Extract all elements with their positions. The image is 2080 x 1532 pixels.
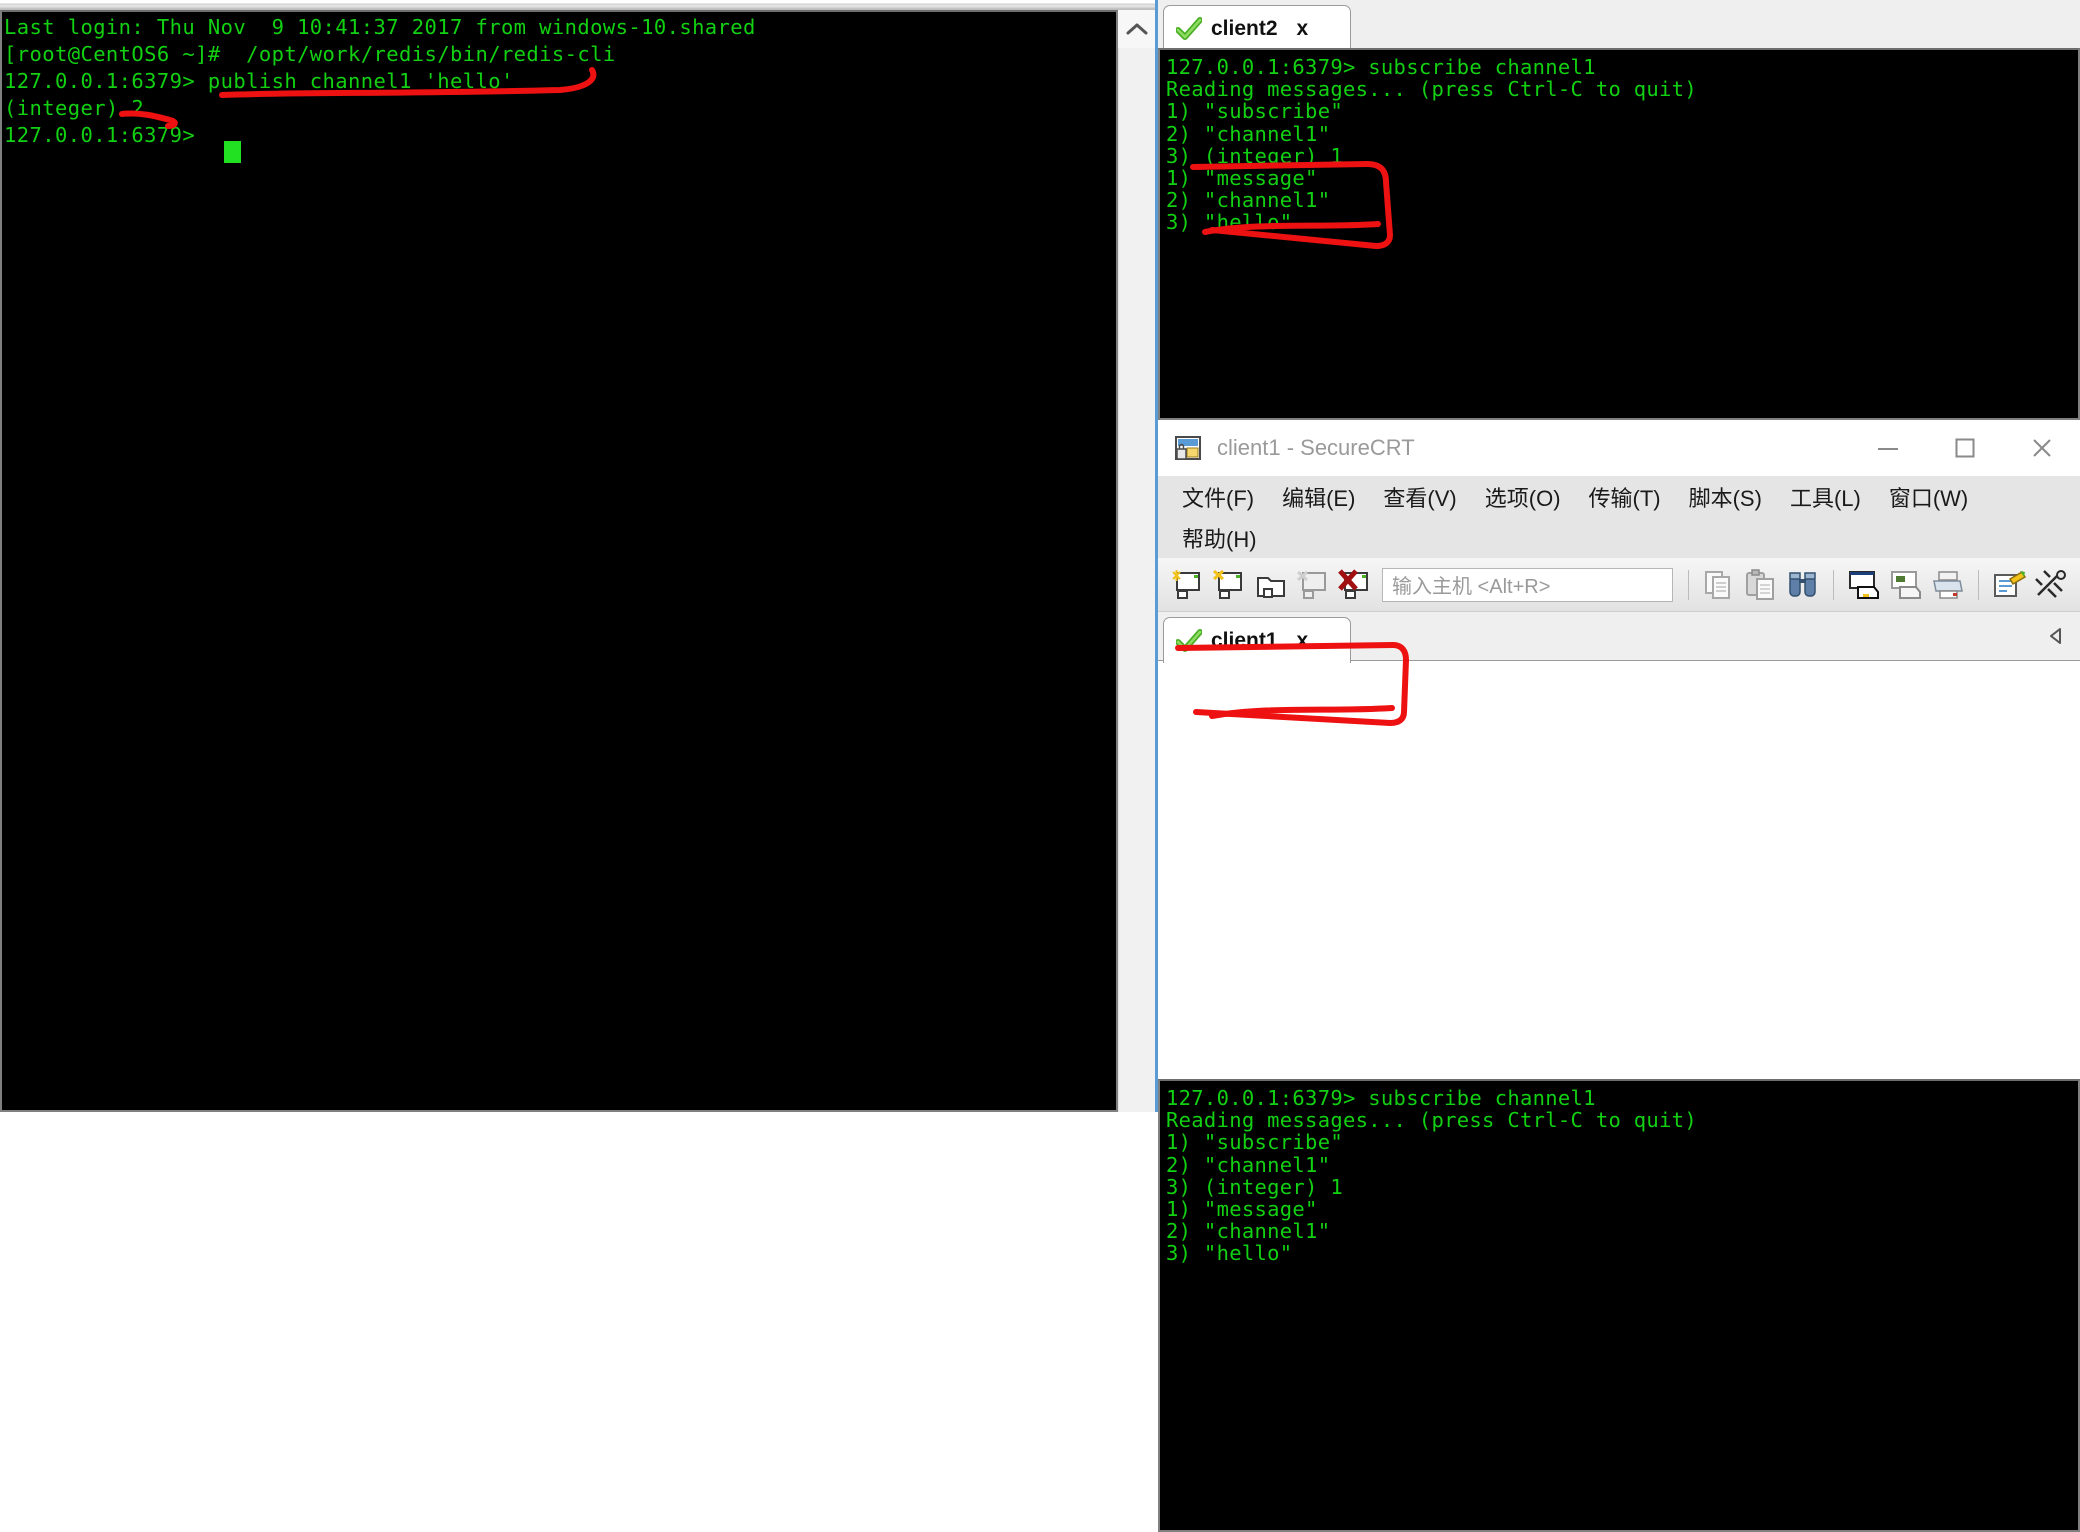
close-icon[interactable]: x bbox=[1297, 18, 1309, 39]
new-tab-icon[interactable] bbox=[1254, 569, 1288, 601]
green-check-icon bbox=[1176, 628, 1202, 652]
menu-item-edit[interactable]: 编辑(E) bbox=[1268, 476, 1369, 517]
green-check-icon bbox=[1176, 16, 1202, 40]
client1-terminal-text: 127.0.0.1:6379> subscribe channel1 Readi… bbox=[1166, 1086, 1697, 1266]
tab-client2[interactable]: client2 x bbox=[1163, 5, 1351, 51]
client1-toolbar: 输入主机 <Alt+R> bbox=[1158, 558, 2080, 612]
session-options-icon[interactable] bbox=[1992, 569, 2026, 601]
client1-tabstrip-empty bbox=[1351, 617, 2080, 660]
find-icon[interactable] bbox=[1786, 569, 1820, 601]
tab-client1[interactable]: client1 x bbox=[1163, 617, 1351, 663]
print-screen-icon[interactable] bbox=[1847, 569, 1881, 601]
window-title: client1 - SecureCRT bbox=[1217, 434, 1415, 460]
toolbar-separator bbox=[1978, 569, 1979, 600]
menu-item-script[interactable]: 脚本(S) bbox=[1675, 476, 1776, 517]
chevron-up-icon[interactable] bbox=[1118, 10, 1155, 48]
triangle-left-icon[interactable] bbox=[2046, 626, 2066, 646]
quick-connect-icon[interactable] bbox=[1212, 569, 1246, 601]
host-input-placeholder: 输入主机 <Alt+R> bbox=[1392, 576, 1551, 598]
menu-item-options[interactable]: 选项(O) bbox=[1471, 476, 1575, 517]
toolbar-separator bbox=[1688, 569, 1689, 600]
window-controls bbox=[1849, 420, 2080, 475]
client1-menubar: 文件(F) 编辑(E) 查看(V) 选项(O) 传输(T) 脚本(S) 工具(L… bbox=[1158, 476, 2080, 558]
securecrt-icon bbox=[1175, 435, 1201, 460]
print-icon[interactable] bbox=[1931, 569, 1965, 601]
minimize-icon[interactable] bbox=[1849, 420, 1926, 475]
client2-tabstrip-empty bbox=[1351, 5, 2080, 48]
reconnect-icon[interactable] bbox=[1296, 569, 1330, 601]
menu-item-file[interactable]: 文件(F) bbox=[1168, 476, 1268, 517]
paste-icon[interactable] bbox=[1744, 568, 1778, 601]
client2-tabstrip: client2 x bbox=[1158, 0, 2080, 51]
menu-item-view[interactable]: 查看(V) bbox=[1369, 476, 1470, 517]
client2-window: client2 x 127.0.0.1:6379> subscribe chan… bbox=[1155, 0, 2080, 420]
log-session-icon[interactable] bbox=[1889, 569, 1923, 601]
menu-item-transfer[interactable]: 传输(T) bbox=[1575, 476, 1675, 517]
left-terminal-text: Last login: Thu Nov 9 10:41:37 2017 from… bbox=[4, 15, 756, 147]
client1-securecrt-window: client1 - SecureCRT 文件(F) 编辑(E) 查看(V) 选项… bbox=[1155, 420, 2080, 1532]
settings-icon[interactable] bbox=[2034, 569, 2068, 601]
client2-terminal-screen[interactable]: 127.0.0.1:6379> subscribe channel1 Readi… bbox=[1158, 48, 2080, 420]
tab-client2-label: client2 bbox=[1211, 16, 1278, 40]
client1-tabstrip: client1 x bbox=[1158, 612, 2080, 663]
right-window-stack: client2 x 127.0.0.1:6379> subscribe chan… bbox=[1155, 0, 2080, 1532]
left-window-titlebar-edge bbox=[0, 0, 1155, 10]
close-icon[interactable] bbox=[2003, 420, 2080, 475]
client2-terminal-text: 127.0.0.1:6379> subscribe channel1 Readi… bbox=[1166, 55, 1697, 235]
maximize-icon[interactable] bbox=[1926, 420, 2003, 475]
client1-titlebar[interactable]: client1 - SecureCRT bbox=[1158, 420, 2080, 476]
menu-item-help[interactable]: 帮助(H) bbox=[1168, 517, 1271, 558]
menu-item-window[interactable]: 窗口(W) bbox=[1875, 476, 1982, 517]
close-icon[interactable]: x bbox=[1297, 630, 1309, 651]
terminal-cursor bbox=[224, 141, 241, 163]
host-input[interactable]: 输入主机 <Alt+R> bbox=[1382, 567, 1673, 602]
menu-item-tools[interactable]: 工具(L) bbox=[1776, 476, 1875, 517]
disconnect-icon[interactable] bbox=[1338, 568, 1372, 601]
left-terminal-scrollbar[interactable] bbox=[1118, 10, 1156, 1112]
tab-client1-label: client1 bbox=[1211, 628, 1278, 652]
left-terminal-screen[interactable]: Last login: Thu Nov 9 10:41:37 2017 from… bbox=[0, 10, 1118, 1112]
toolbar-separator bbox=[1833, 569, 1834, 600]
copy-icon[interactable] bbox=[1702, 569, 1736, 601]
client1-terminal-screen[interactable]: 127.0.0.1:6379> subscribe channel1 Readi… bbox=[1158, 1079, 2080, 1532]
new-session-icon[interactable] bbox=[1170, 569, 1204, 601]
left-terminal-window: Last login: Thu Nov 9 10:41:37 2017 from… bbox=[0, 0, 1156, 1112]
